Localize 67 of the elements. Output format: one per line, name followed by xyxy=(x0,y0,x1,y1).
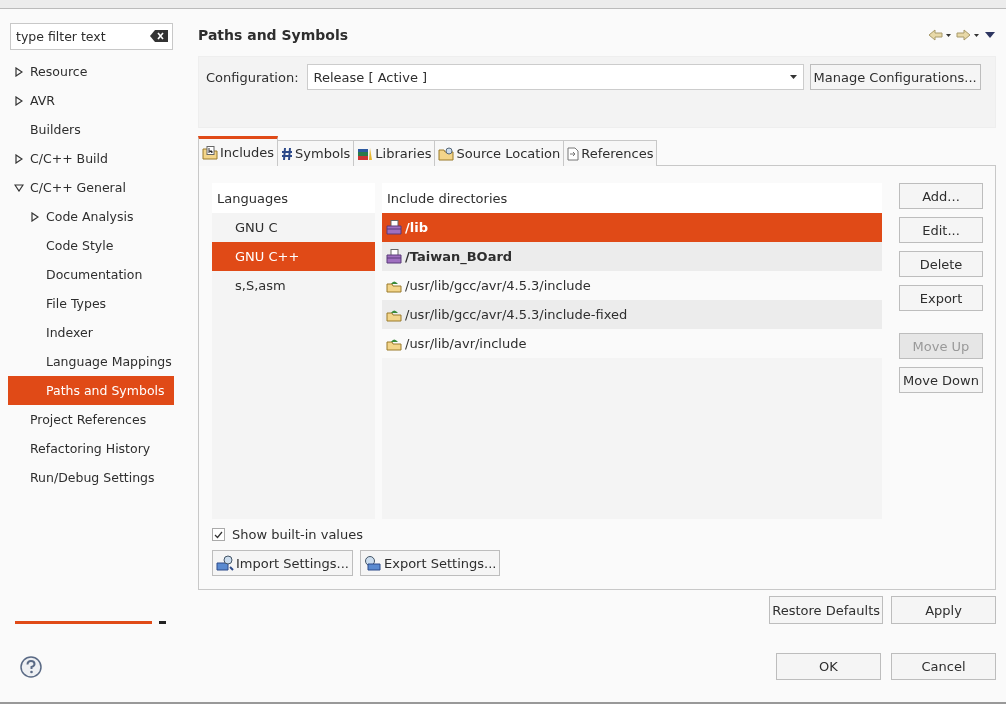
books-icon xyxy=(357,146,374,161)
tree-item[interactable]: Indexer xyxy=(8,318,174,347)
project-folder-icon xyxy=(386,220,402,235)
directory-item[interactable]: /lib xyxy=(382,213,882,242)
directory-item[interactable]: /Taiwan_BOard xyxy=(382,242,882,271)
tree-item[interactable]: File Types xyxy=(8,289,174,318)
tree-item[interactable]: Resource xyxy=(8,57,174,86)
tab[interactable]: Includes xyxy=(198,136,279,166)
expand-arrow-icon[interactable] xyxy=(15,66,23,77)
scrollbar[interactable] xyxy=(15,621,152,624)
import-settings-button[interactable]: Import Settings... xyxy=(212,550,353,576)
dialog-button[interactable]: OK xyxy=(776,653,881,680)
filter-field[interactable]: type filter text xyxy=(10,23,173,50)
tree-item[interactable]: Paths and Symbols xyxy=(8,376,174,405)
configuration-dropdown[interactable]: Release [ Active ] xyxy=(306,64,804,90)
folder-icon xyxy=(202,145,218,160)
action-button[interactable]: Edit... xyxy=(899,217,983,243)
export-icon xyxy=(364,555,382,571)
configuration-label: Configuration: xyxy=(206,69,299,87)
clear-icon[interactable] xyxy=(150,30,168,42)
tree-item[interactable]: Code Style xyxy=(8,231,174,260)
back-arrow-icon[interactable] xyxy=(928,29,952,41)
language-item[interactable]: s,S,asm xyxy=(212,271,375,300)
project-folder-icon xyxy=(386,249,402,264)
directory-item[interactable]: /usr/lib/gcc/avr/4.5.3/include-fixed xyxy=(382,300,882,329)
expand-arrow-icon[interactable] xyxy=(15,153,23,164)
language-item[interactable]: GNU C xyxy=(212,213,375,242)
column-header: Languages xyxy=(212,183,375,213)
tree-item[interactable]: Documentation xyxy=(8,260,174,289)
tree-item[interactable]: AVR xyxy=(8,86,174,115)
expand-arrow-icon[interactable] xyxy=(15,95,23,106)
document-icon xyxy=(567,146,580,161)
action-button[interactable]: Delete xyxy=(899,251,983,277)
hash-icon xyxy=(281,146,294,161)
help-icon[interactable] xyxy=(20,656,42,678)
dialog-button[interactable]: Cancel xyxy=(891,653,996,680)
action-button[interactable]: Export xyxy=(899,285,983,311)
language-item[interactable]: GNU C++ xyxy=(212,242,375,271)
page-button[interactable]: Restore Defaults xyxy=(769,596,883,624)
action-button[interactable]: Move Down xyxy=(899,367,983,393)
expand-arrow-icon[interactable] xyxy=(31,211,39,222)
manage-configurations-button[interactable]: Manage Configurations... xyxy=(809,64,981,90)
tree-item[interactable]: C/C++ General xyxy=(8,173,174,202)
tree-item[interactable]: Project References xyxy=(8,405,174,434)
dropdown-arrow-icon[interactable] xyxy=(789,75,797,79)
tree-item[interactable]: Builders xyxy=(8,115,174,144)
checkbox[interactable] xyxy=(212,528,225,541)
collapse-arrow-icon[interactable] xyxy=(14,183,24,192)
forward-arrow-icon[interactable] xyxy=(956,29,980,41)
menu-arrow-icon[interactable] xyxy=(984,31,996,39)
export-settings-button[interactable]: Export Settings... xyxy=(360,550,501,576)
tree-item[interactable]: Language Mappings xyxy=(8,347,174,376)
import-icon xyxy=(216,555,234,571)
action-button[interactable]: Add... xyxy=(899,183,983,209)
page-button[interactable]: Apply xyxy=(891,596,996,624)
directory-item[interactable]: /usr/lib/gcc/avr/4.5.3/include xyxy=(382,271,882,300)
directory-item[interactable]: /usr/lib/avr/include xyxy=(382,329,882,358)
scroll-marker xyxy=(159,621,166,624)
tree-item[interactable]: C/C++ Build xyxy=(8,144,174,173)
checkbox-label: Show built-in values xyxy=(232,527,363,542)
tree-item[interactable]: Run/Debug Settings xyxy=(8,463,174,492)
tree-item[interactable]: Refactoring History xyxy=(8,434,174,463)
column-header: Include directories xyxy=(382,183,882,213)
tree-item[interactable]: Code Analysis xyxy=(8,202,174,231)
tab[interactable]: References xyxy=(563,140,658,166)
page-title: Paths and Symbols xyxy=(198,27,349,43)
folder-icon xyxy=(438,146,455,161)
